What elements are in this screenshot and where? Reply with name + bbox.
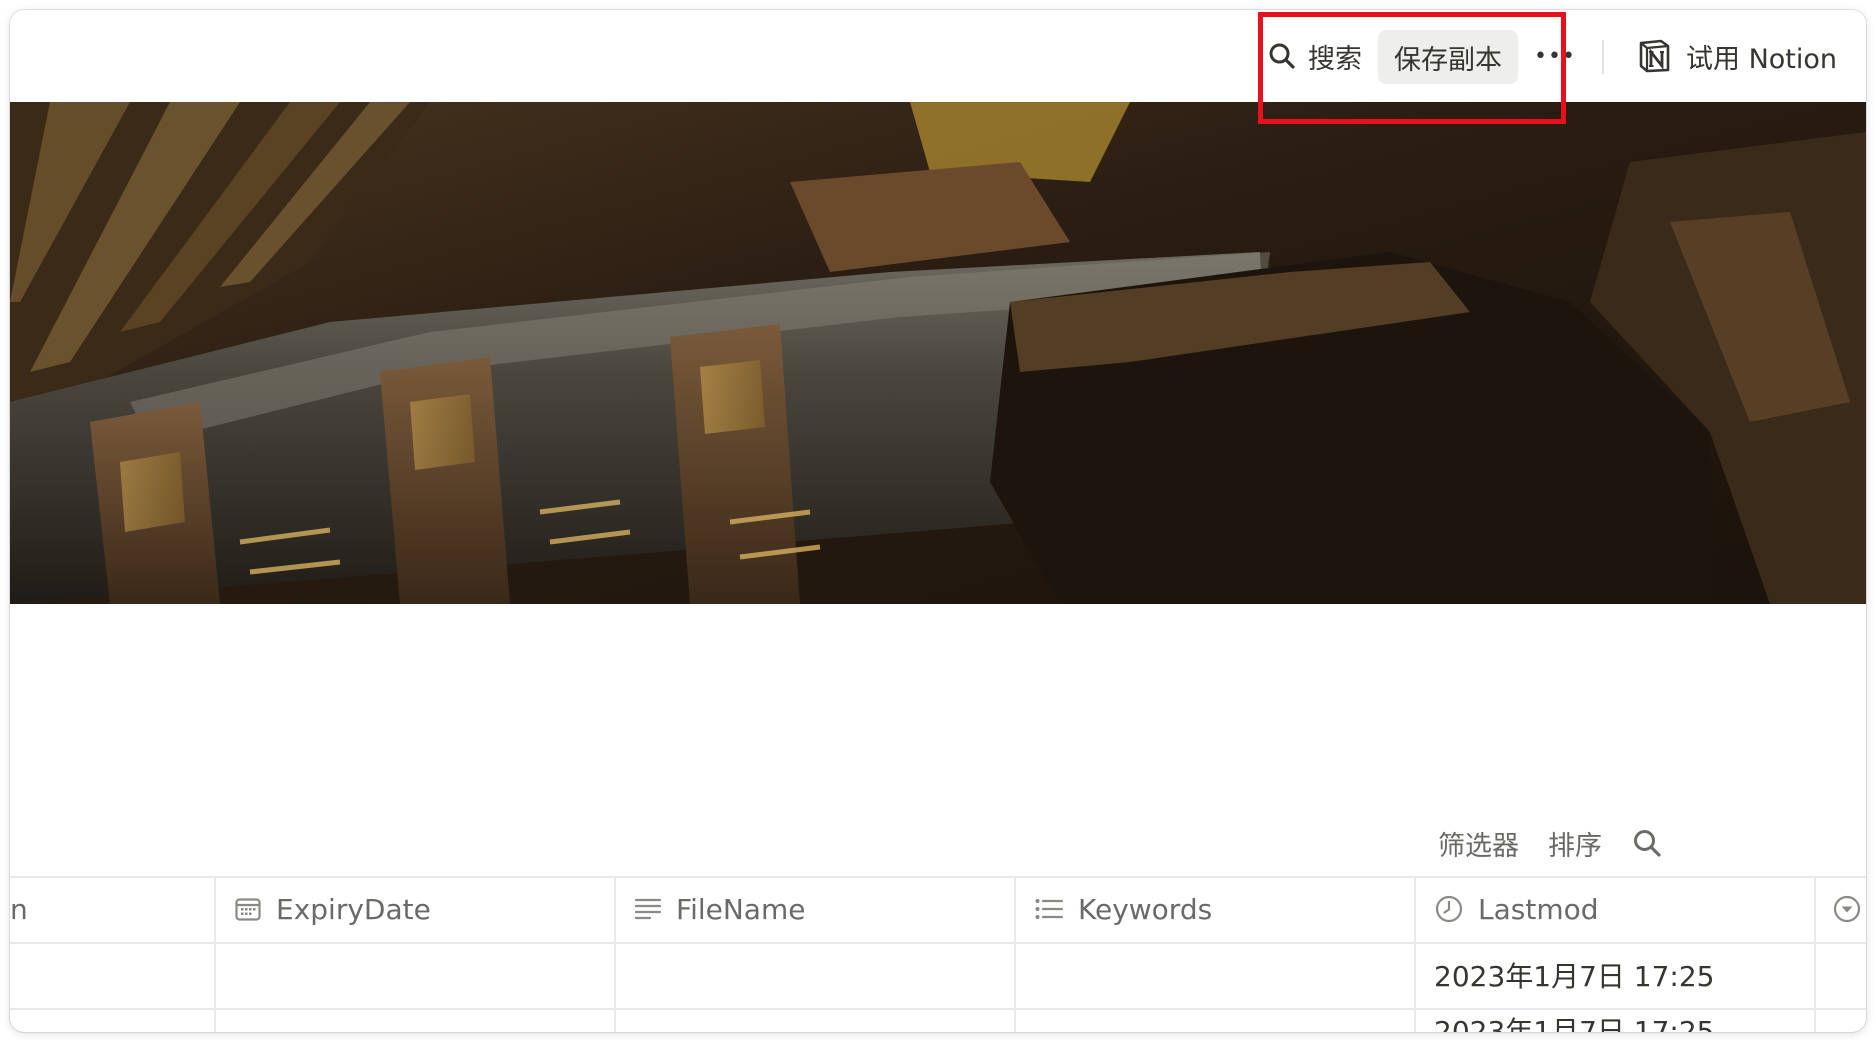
column-header-n[interactable]: n: [10, 876, 28, 942]
filter-label: 筛选器: [1438, 830, 1519, 862]
database-table: n ExpiryDate FileName Keywords Lastmod 2…: [10, 876, 1866, 1032]
column-header-label: FileName: [676, 892, 806, 926]
try-notion-label: 试用 Notion: [1686, 43, 1838, 75]
search-icon: [1269, 43, 1295, 69]
topbar-divider: [1602, 40, 1604, 74]
chevron-down-circle-icon: [1833, 895, 1861, 923]
column-divider: [214, 876, 216, 1032]
table-row-lastmod-cell[interactable]: 2023年1月7日 17:25: [1434, 1010, 1714, 1032]
search-button[interactable]: 搜索: [1268, 30, 1362, 82]
search-icon: [1634, 830, 1661, 857]
notion-page-window: 搜索 保存副本 ••• 试用 Notion 筛选器 排序 n ExpiryDat…: [10, 10, 1866, 1032]
column-header-label: Lastmod: [1478, 892, 1599, 926]
search-label: 搜索: [1308, 43, 1362, 75]
sort-label: 排序: [1548, 830, 1602, 862]
text-lines-icon: [634, 898, 662, 920]
column-header-expirydate[interactable]: ExpiryDate: [234, 876, 431, 942]
column-header-label: ExpiryDate: [276, 892, 431, 926]
top-bar: 搜索 保存副本 ••• 试用 Notion: [10, 10, 1866, 102]
filter-button[interactable]: 筛选器: [1438, 818, 1519, 868]
calendar-icon: [235, 898, 261, 921]
more-icon: •••: [1534, 43, 1576, 69]
column-divider: [1014, 876, 1016, 1032]
column-divider: [1414, 876, 1416, 1032]
table-row-lastmod-cell[interactable]: 2023年1月7日 17:25: [1434, 942, 1714, 1008]
column-divider: [614, 876, 616, 1032]
column-header-lastmod[interactable]: Lastmod: [1434, 876, 1599, 942]
database-search-button[interactable]: [1632, 818, 1662, 868]
list-icon: [1035, 899, 1064, 919]
add-column-button[interactable]: [1832, 876, 1866, 942]
notion-logo-icon: [1639, 39, 1670, 73]
save-copy-label: 保存副本: [1394, 44, 1502, 76]
clock-icon: [1435, 895, 1463, 923]
sort-button[interactable]: 排序: [1548, 818, 1602, 868]
column-header-filename[interactable]: FileName: [634, 876, 805, 942]
column-divider: [1814, 876, 1816, 1032]
column-header-label: Keywords: [1078, 892, 1213, 926]
column-header-keywords[interactable]: Keywords: [1034, 876, 1212, 942]
page-cover-image: [10, 102, 1866, 604]
cover-painting: [10, 102, 1866, 604]
save-copy-button[interactable]: 保存副本: [1378, 30, 1518, 84]
more-options-button[interactable]: •••: [1534, 30, 1576, 82]
column-header-label: n: [10, 892, 28, 926]
lastmod-value: 2023年1月7日 17:25: [1434, 960, 1715, 993]
lastmod-value: 2023年1月7日 17:25: [1434, 1015, 1715, 1032]
try-notion-button[interactable]: 试用 Notion: [1636, 30, 1837, 82]
